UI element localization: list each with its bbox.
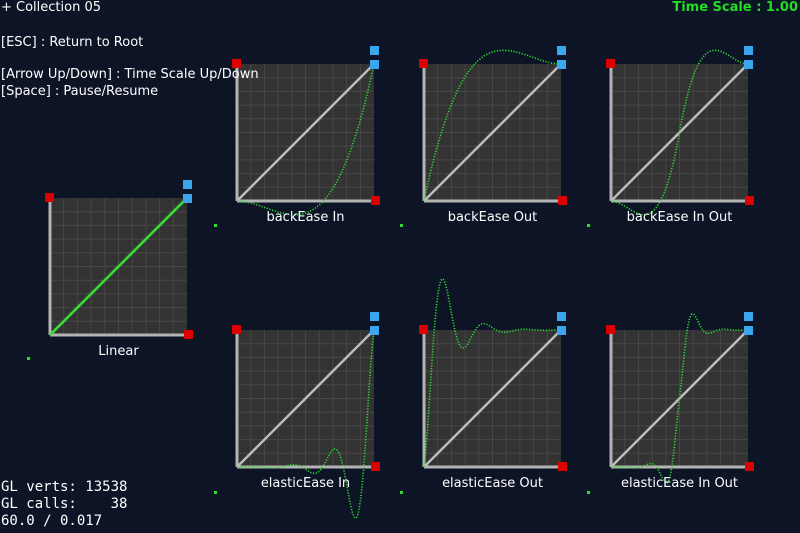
- stats-fps: 60.0 / 0.017: [1, 513, 103, 529]
- target-marker: [744, 46, 753, 55]
- graph-elastic-in: elasticEase In: [214, 312, 380, 519]
- bottom-right-marker: [558, 196, 567, 205]
- top-left-marker: [606, 59, 615, 68]
- bottom-right-marker: [558, 462, 567, 471]
- target-marker: [557, 312, 566, 321]
- target-marker: [370, 46, 379, 55]
- help-space: [Space] : Pause/Resume: [1, 84, 159, 99]
- end-marker: [370, 326, 379, 335]
- end-marker: [557, 60, 566, 69]
- top-left-marker: [232, 325, 241, 334]
- graph-elastic-out: elasticEase Out: [400, 278, 567, 494]
- top-left-marker: [45, 193, 54, 202]
- end-marker: [744, 60, 753, 69]
- graph-linear: Linear: [27, 180, 193, 360]
- progress-dot: [27, 357, 30, 360]
- progress-dot: [214, 224, 217, 227]
- help-esc: [ESC] : Return to Root: [1, 35, 144, 50]
- collection-title: + Collection 05: [1, 0, 102, 15]
- graph-label-elastic-inout: elasticEase In Out: [621, 476, 738, 491]
- stats-gl-verts: GL verts: 13538: [1, 479, 128, 495]
- end-marker: [183, 194, 192, 203]
- end-marker: [370, 60, 379, 69]
- progress-dot: [400, 491, 403, 494]
- help-arrow-keys: [Arrow Up/Down] : Time Scale Up/Down: [1, 67, 259, 82]
- graph-label-back-in: backEase In: [266, 210, 344, 225]
- target-marker: [183, 180, 192, 189]
- graph-label-linear: Linear: [98, 344, 139, 359]
- target-marker: [557, 46, 566, 55]
- end-marker: [744, 326, 753, 335]
- graph-label-back-out: backEase Out: [448, 210, 538, 225]
- graph-label-elastic-in: elasticEase In: [261, 476, 350, 491]
- graph-label-elastic-out: elasticEase Out: [442, 476, 543, 491]
- stats-gl-calls: GL calls: 38: [1, 496, 128, 512]
- bottom-right-marker: [184, 330, 193, 339]
- top-left-marker: [419, 59, 428, 68]
- time-scale-readout: Time Scale : 1.00: [672, 0, 798, 15]
- progress-dot: [214, 491, 217, 494]
- progress-dot: [587, 491, 590, 494]
- end-marker: [557, 326, 566, 335]
- graph-back-inout: backEase In Out: [587, 46, 754, 227]
- bottom-right-marker: [745, 196, 754, 205]
- top-left-marker: [606, 325, 615, 334]
- graph-label-back-inout: backEase In Out: [627, 210, 733, 225]
- progress-dot: [400, 224, 403, 227]
- target-marker: [370, 312, 379, 321]
- bottom-right-marker: [745, 462, 754, 471]
- bottom-right-marker: [371, 462, 380, 471]
- top-left-marker: [419, 325, 428, 334]
- graph-back-out: backEase Out: [400, 46, 567, 227]
- bottom-right-marker: [371, 196, 380, 205]
- target-marker: [744, 312, 753, 321]
- progress-dot: [587, 224, 590, 227]
- graph-elastic-inout: elasticEase In Out: [587, 312, 754, 494]
